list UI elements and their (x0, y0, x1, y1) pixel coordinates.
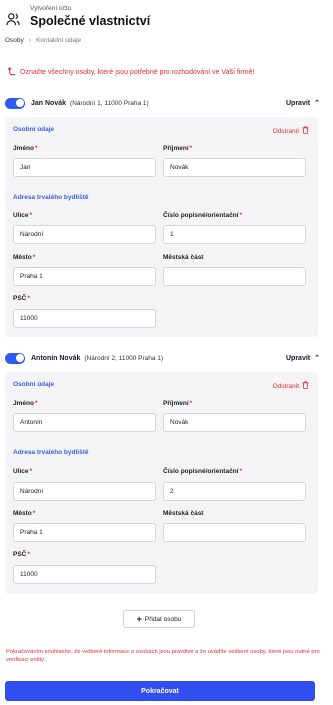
district-input[interactable] (163, 523, 306, 542)
last-name-label: Příjmení* (163, 400, 193, 407)
trash-icon (302, 381, 309, 391)
continue-button[interactable]: Pokračovat (5, 681, 315, 701)
last-name-label: Příjmení* (163, 145, 193, 152)
zip-input[interactable]: 11000 (13, 565, 156, 584)
first-name-label: Jméno* (13, 400, 38, 407)
add-person-button[interactable]: + Přidat osobu (123, 610, 195, 628)
person-name: Jan Novák (31, 99, 67, 107)
notice-text: Označte všechny osoby, které jsou potřeb… (20, 69, 255, 76)
notice-message: Označte všechny osoby, které jsou potřeb… (7, 67, 254, 78)
chevron-up-icon: ⌃ (314, 100, 320, 107)
house-number-input[interactable]: 2 (163, 482, 306, 501)
city-label: Město* (13, 254, 36, 261)
last-name-input[interactable]: Novák (163, 413, 306, 432)
person-address: (Národní 2, 11000 Praha 1) (84, 354, 164, 362)
zip-input[interactable]: 11000 (13, 309, 156, 328)
person-header: Antonín Novák (Národní 2, 11000 Praha 1)… (5, 351, 320, 365)
edit-label: Upravit (286, 354, 311, 362)
breadcrumb-item-persons[interactable]: Osoby (5, 37, 24, 44)
house-number-label: Číslo popisné/orientační* (163, 212, 243, 219)
breadcrumb-separator: › (28, 37, 31, 44)
street-input[interactable]: Národní (13, 482, 156, 501)
first-name-label: Jméno* (13, 145, 38, 152)
people-icon (6, 12, 20, 26)
plus-icon: + (136, 614, 142, 624)
person-header: Jan Novák (Národní 1, 11000 Praha 1) Upr… (5, 96, 320, 110)
remove-button[interactable]: Odstranit (273, 126, 309, 136)
person-panel: Osobní údaje Odstranit Jméno* Příjmení* … (5, 372, 318, 594)
house-number-label: Číslo popisné/orientační* (163, 468, 243, 475)
street-input[interactable]: Národní (13, 225, 156, 244)
street-label: Ulice* (13, 212, 33, 219)
city-input[interactable]: Praha 1 (13, 523, 156, 542)
house-number-input[interactable]: 1 (163, 225, 306, 244)
add-person-label: Přidat osobu (144, 615, 182, 623)
trash-icon (302, 126, 309, 136)
breadcrumb-item-contact[interactable]: Kontaktní údaje (36, 37, 81, 44)
personal-section-title: Osobní údaje (13, 126, 55, 133)
district-input[interactable] (163, 267, 306, 286)
continue-label: Pokračovat (141, 687, 179, 695)
consent-text: Pokračováním souhlasíte, že veškeré info… (6, 649, 320, 664)
person-address: (Národní 1, 11000 Praha 1) (70, 99, 149, 107)
person-toggle[interactable] (5, 352, 25, 364)
remove-label: Odstranit (272, 127, 299, 135)
city-input[interactable]: Praha 1 (13, 267, 156, 286)
chevron-up-icon: ⌃ (314, 355, 320, 362)
zip-label: PSČ* (13, 295, 30, 302)
district-label: Městská část (163, 254, 204, 261)
personal-section-title: Osobní údaje (13, 381, 55, 388)
edit-button[interactable]: Upravit ⌃ (286, 354, 320, 363)
page-subtitle: Vytvoření účtu (30, 5, 72, 12)
person-toggle[interactable] (5, 97, 25, 109)
zip-label: PSČ* (13, 551, 30, 558)
first-name-input[interactable]: Antonín (13, 413, 156, 432)
district-label: Městská část (163, 510, 204, 517)
remove-label: Odstranit (272, 382, 299, 390)
person-name: Antonín Novák (31, 354, 81, 362)
edit-label: Upravit (286, 99, 311, 107)
street-label: Ulice* (13, 468, 33, 475)
person-panel: Osobní údaje Odstranit Jméno* Příjmení* … (5, 117, 318, 337)
city-label: Město* (13, 510, 36, 517)
page-header: Vytvoření účtu Společné vlastnictví (6, 5, 326, 31)
first-name-input[interactable]: Jan (13, 158, 156, 177)
remove-button[interactable]: Odstranit (273, 381, 309, 391)
last-name-input[interactable]: Novák (163, 158, 306, 177)
address-section-title: Adresa trvalého bydliště (13, 194, 89, 201)
page-title: Společné vlastnictví (30, 14, 151, 28)
address-section-title: Adresa trvalého bydliště (13, 449, 89, 456)
breadcrumb: Osoby › Kontaktní údaje (5, 37, 81, 44)
arrow-turn-icon (7, 67, 16, 78)
edit-button[interactable]: Upravit ⌃ (286, 99, 320, 108)
